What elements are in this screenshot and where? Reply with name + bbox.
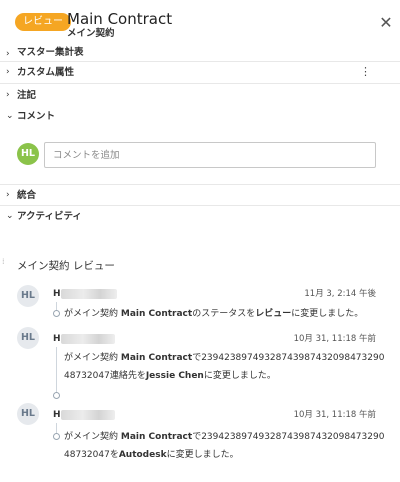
- redacted-name: [61, 289, 117, 299]
- timeline-dot: [53, 433, 60, 440]
- more-options-icon[interactable]: ⋮: [360, 64, 371, 80]
- avatar: HL: [17, 143, 39, 165]
- section-label: 統合: [17, 190, 37, 201]
- chevron-right-icon: ›: [6, 90, 10, 100]
- section-activity[interactable]: ⌄ アクティビティ: [0, 206, 400, 228]
- timeline-dot: [53, 392, 60, 399]
- user-name: H: [53, 289, 61, 299]
- chevron-right-icon: ›: [6, 49, 10, 59]
- close-icon[interactable]: ✕: [378, 15, 394, 31]
- page-title: Main Contract: [67, 10, 173, 28]
- section-label: コメント: [17, 111, 56, 122]
- timeline-line: [56, 347, 57, 395]
- activity-text: がメイン契約 Main Contractで2394238974932874398…: [64, 353, 385, 381]
- section-label: カスタム属性: [17, 67, 75, 78]
- section-integration[interactable]: › 統合: [0, 184, 400, 206]
- section-comments[interactable]: ⌄ コメント: [0, 106, 400, 128]
- user-name: H: [53, 334, 61, 344]
- redacted-name: [61, 410, 115, 420]
- page-subtitle: メイン契約: [67, 28, 115, 39]
- timestamp: 11月 3, 2:14 午後: [304, 289, 376, 299]
- user-name: H: [53, 410, 61, 420]
- section-label: アクティビティ: [17, 211, 82, 222]
- status-badge: レビュー: [15, 13, 71, 31]
- redacted-name: [61, 334, 115, 344]
- comment-input[interactable]: [44, 142, 376, 168]
- section-master[interactable]: › マスター集計表: [0, 44, 400, 62]
- timeline-dot: [53, 310, 60, 317]
- section-label: 注記: [17, 90, 37, 101]
- activity-text: がメイン契約 Main Contractのステータスをレビューに変更しました。: [64, 309, 364, 319]
- chevron-right-icon: ›: [6, 67, 10, 77]
- avatar: HL: [17, 285, 39, 307]
- section-notes[interactable]: › 注記: [0, 85, 400, 107]
- drag-handle-icon[interactable]: ⁞: [2, 258, 5, 266]
- panel-header: レビュー Main Contract メイン契約 ✕: [0, 0, 400, 50]
- timestamp: 10月 31, 11:18 午前: [293, 334, 376, 344]
- activity-text: がメイン契約 Main Contractで2394238974932874398…: [64, 432, 385, 460]
- activity-heading: メイン契約 レビュー: [17, 260, 115, 272]
- chevron-down-icon: ⌄: [6, 211, 14, 221]
- avatar: HL: [17, 403, 39, 425]
- avatar: HL: [17, 327, 39, 349]
- section-custom-attributes[interactable]: › カスタム属性 ⋮: [0, 62, 400, 84]
- timestamp: 10月 31, 11:18 午前: [293, 410, 376, 420]
- chevron-right-icon: ›: [6, 190, 10, 200]
- section-label: マスター集計表: [17, 47, 84, 58]
- chevron-down-icon: ⌄: [6, 111, 14, 121]
